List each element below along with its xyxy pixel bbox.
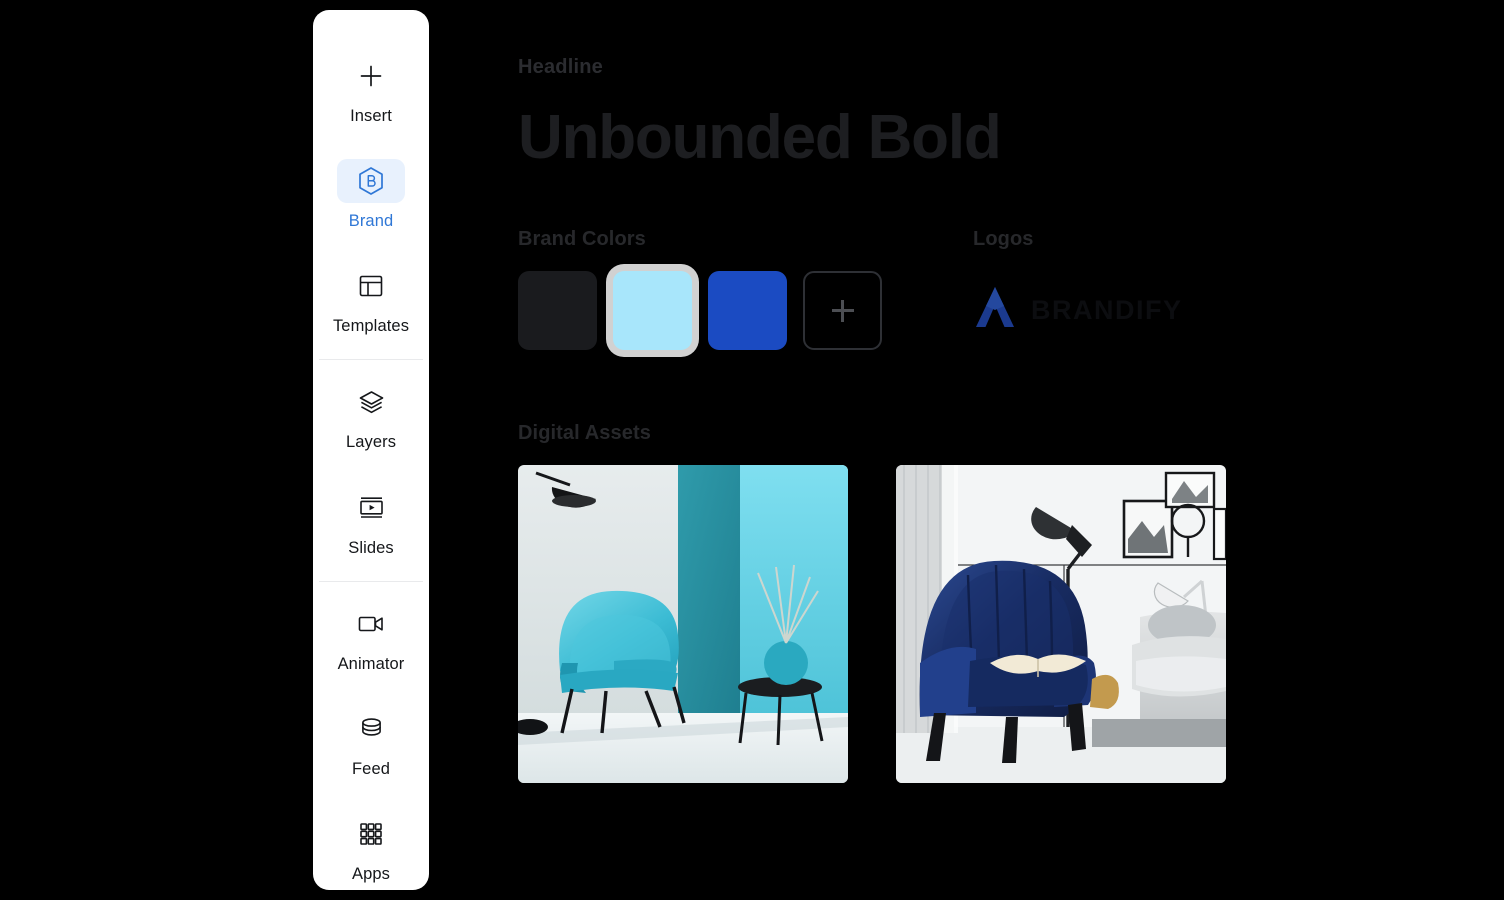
asset-thumbnail-navy-wingback[interactable] [896, 465, 1226, 784]
brand-sections-row: Brand Colors Logos BRANDIFY [518, 228, 1504, 351]
sidebar-item-label: Brand [348, 212, 394, 231]
database-icon [359, 716, 384, 742]
brand-hex-icon [357, 166, 385, 196]
sidebar-item-label: Templates [332, 317, 410, 336]
color-swatch-sky[interactable] [613, 271, 692, 351]
page-title: Unbounded Bold [518, 103, 1002, 172]
grid-apps-icon [358, 821, 384, 847]
canvas-main: Headline Unbounded Bold Brand Colors Log… [440, 0, 1504, 900]
logo-wordmark: BRANDIFY [1031, 295, 1183, 326]
brand-colors-title: Brand Colors [518, 228, 646, 251]
layout-icon [358, 273, 384, 299]
left-sidebar: Insert Brand Templates Layers Slides Ani… [313, 10, 429, 890]
digital-assets-title: Digital Assets [518, 422, 651, 445]
plus-icon [831, 299, 854, 322]
slides-icon [358, 495, 385, 520]
brand-mark-icon [973, 283, 1019, 338]
sidebar-item-label: Animator [337, 654, 405, 673]
layers-icon [358, 389, 385, 416]
sidebar-item-layers[interactable]: Layers [313, 370, 429, 457]
add-color-button[interactable] [803, 271, 882, 351]
sidebar-item-templates[interactable]: Templates [313, 254, 429, 341]
headline-eyebrow: Headline [518, 56, 603, 78]
logos-section: Logos BRANDIFY [973, 228, 1504, 350]
sidebar-item-feed[interactable]: Feed [313, 697, 429, 784]
sidebar-divider [319, 359, 423, 361]
sidebar-item-label: Apps [351, 864, 390, 883]
teal-armchair-illustration [518, 465, 848, 784]
assets-grid [518, 465, 1504, 784]
plus-icon [358, 63, 384, 89]
sidebar-item-label: Insert [350, 107, 392, 125]
color-swatch-brandblue[interactable] [708, 271, 787, 351]
logos-title: Logos [973, 228, 1034, 251]
sidebar-item-brand[interactable]: Brand [313, 149, 429, 236]
sidebar-item-label: Layers [345, 433, 397, 452]
video-icon [357, 613, 385, 635]
asset-thumbnail-teal-armchair[interactable] [518, 465, 848, 784]
swatch-row [518, 271, 973, 351]
sidebar-item-animator[interactable]: Animator [313, 592, 429, 679]
brand-colors-section: Brand Colors [518, 228, 973, 351]
navy-wingback-illustration [896, 465, 1226, 784]
sidebar-item-apps[interactable]: Apps [313, 802, 429, 889]
sidebar-item-slides[interactable]: Slides [313, 476, 429, 563]
logo-lockup[interactable]: BRANDIFY [973, 271, 1504, 350]
digital-assets-section: Digital Assets [518, 422, 1504, 784]
sidebar-divider [319, 580, 423, 582]
sidebar-item-label: Slides [348, 538, 394, 557]
color-swatch-ink[interactable] [518, 271, 597, 351]
app-root: Insert Brand Templates Layers Slides Ani… [0, 0, 1504, 900]
sidebar-item-label: Feed [351, 759, 390, 778]
sidebar-item-insert[interactable]: Insert [313, 44, 429, 131]
